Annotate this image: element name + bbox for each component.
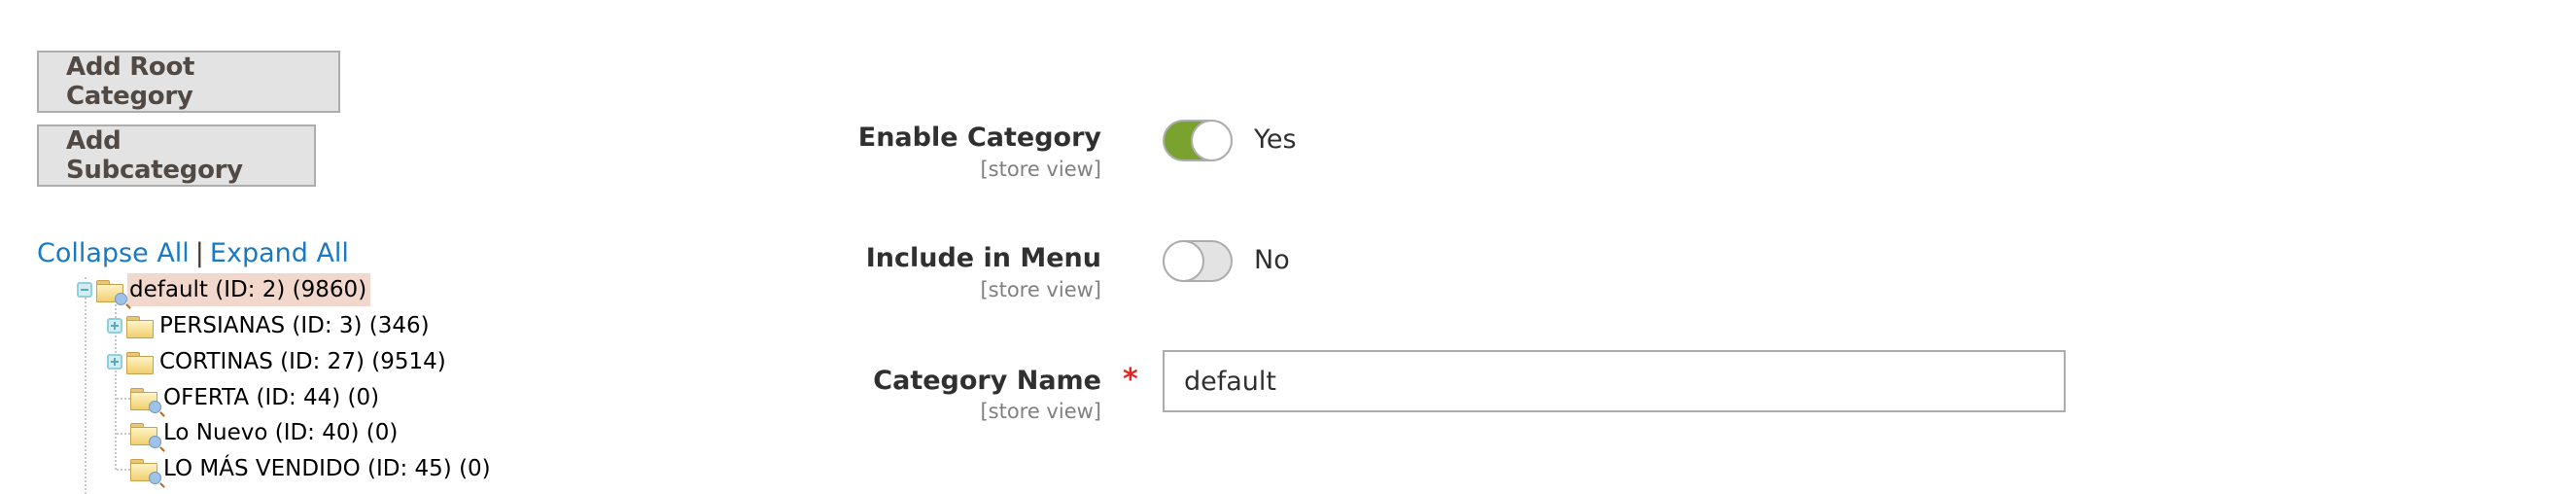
expand-node-icon[interactable] — [107, 318, 122, 334]
required-asterisk: * — [1123, 363, 1138, 397]
include-in-menu-scope: [store view] — [980, 278, 1101, 301]
folder-search-icon — [96, 278, 127, 305]
enable-category-toggle[interactable] — [1163, 120, 1233, 161]
tree-leaf-connector — [117, 469, 130, 471]
tree-node-cortinas[interactable]: CORTINAS (ID: 27) (9514) — [107, 345, 450, 378]
tree-leaf-connector — [117, 433, 130, 435]
category-name-scope: [store view] — [980, 400, 1101, 423]
tree-node-lo-nuevo[interactable]: Lo Nuevo (ID: 40) (0) — [130, 416, 401, 449]
include-in-menu-toggle[interactable] — [1163, 240, 1233, 282]
category-tree: default (ID: 2) (9860) PERSIANAS (ID: 3)… — [0, 0, 583, 494]
category-name-label: Category Name — [873, 366, 1101, 396]
tree-node-label[interactable]: LO MÁS VENDIDO (ID: 45) (0) — [161, 452, 495, 485]
enable-category-label: Enable Category — [857, 123, 1101, 153]
tree-root-connector — [85, 277, 87, 494]
enable-category-value: Yes — [1254, 124, 1297, 155]
folder-search-icon — [130, 386, 161, 413]
folder-search-icon — [130, 457, 161, 484]
collapse-node-icon[interactable] — [77, 282, 92, 298]
folder-search-icon — [130, 421, 161, 448]
include-in-menu-value: No — [1254, 245, 1290, 275]
category-name-input[interactable] — [1163, 350, 2066, 412]
include-in-menu-label: Include in Menu — [865, 243, 1101, 273]
tree-node-default[interactable]: default (ID: 2) (9860) — [77, 273, 371, 306]
toggle-knob — [1191, 120, 1233, 161]
tree-node-oferta[interactable]: OFERTA (ID: 44) (0) — [130, 381, 383, 414]
folder-icon — [126, 314, 154, 338]
folder-icon — [126, 350, 154, 374]
tree-node-label[interactable]: CORTINAS (ID: 27) (9514) — [157, 345, 450, 378]
tree-leaf-connector — [117, 398, 130, 400]
expand-node-icon[interactable] — [107, 354, 122, 370]
toggle-knob — [1163, 240, 1204, 282]
tree-node-lo-mas-vendido[interactable]: LO MÁS VENDIDO (ID: 45) (0) — [130, 452, 495, 485]
tree-node-label[interactable]: PERSIANAS (ID: 3) (346) — [157, 309, 434, 342]
tree-node-label[interactable]: OFERTA (ID: 44) (0) — [161, 381, 383, 414]
tree-node-label[interactable]: Lo Nuevo (ID: 40) (0) — [161, 416, 401, 449]
tree-node-persianas[interactable]: PERSIANAS (ID: 3) (346) — [107, 309, 434, 342]
tree-node-label[interactable]: default (ID: 2) (9860) — [127, 273, 371, 306]
enable-category-scope: [store view] — [980, 158, 1101, 181]
